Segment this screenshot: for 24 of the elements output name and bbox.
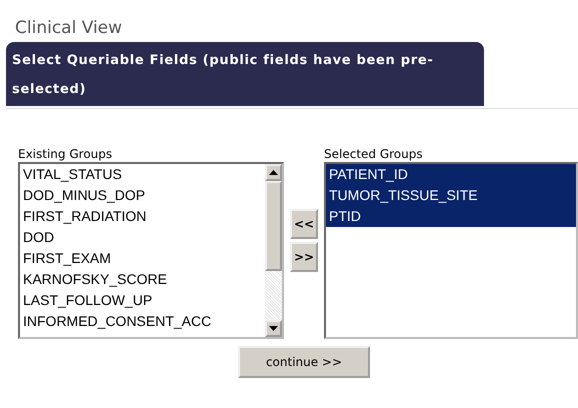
list-option[interactable]: FIRST_RADIATION [20,206,265,227]
scrollbar-thumb[interactable] [265,181,282,271]
scroll-up-icon[interactable] [265,164,282,181]
list-option[interactable]: LAST_FOLLOW_UP [20,290,265,311]
list-label: Existing Groups [18,146,114,162]
existing-groups-list[interactable]: VITAL_STATUS DOD_MINUS_DOP FIRST_RADIATION DOD FIRST_EXAM KARNOFSKY_SCORE LAST_FOLLOW_UP INFORMED_CONSENT_ACC [18,162,284,339]
scrollbar[interactable] [265,164,282,337]
move-button[interactable]: << [290,209,318,239]
list-option[interactable]: FIRST_EXAM [20,248,265,269]
section-header: Select Queriable Fields (public fields have been pre-selected) [6,42,484,106]
list-option[interactable]: KARNOFSKY_SCORE [20,269,265,290]
scroll-down-icon[interactable] [265,320,282,337]
move-button[interactable]: >> [290,242,318,272]
continue-button[interactable]: continue >> [238,346,370,378]
list-option[interactable]: PTID [326,206,576,227]
list-label: Selected Groups [324,146,424,162]
list-option[interactable]: DOD [20,227,265,248]
list-option[interactable]: DOD_MINUS_DOP [20,185,265,206]
list-option[interactable]: INFORMED_CONSENT_ACC [20,311,265,332]
list-option[interactable]: TUMOR_TISSUE_SITE [326,185,576,206]
list-option[interactable]: VITAL_STATUS [20,164,265,185]
selected-groups-list[interactable]: PATIENT_ID TUMOR_TISSUE_SITE PTID [324,162,578,339]
list-option[interactable]: PATIENT_ID [326,164,576,185]
page-title: Clinical View [14,18,124,40]
